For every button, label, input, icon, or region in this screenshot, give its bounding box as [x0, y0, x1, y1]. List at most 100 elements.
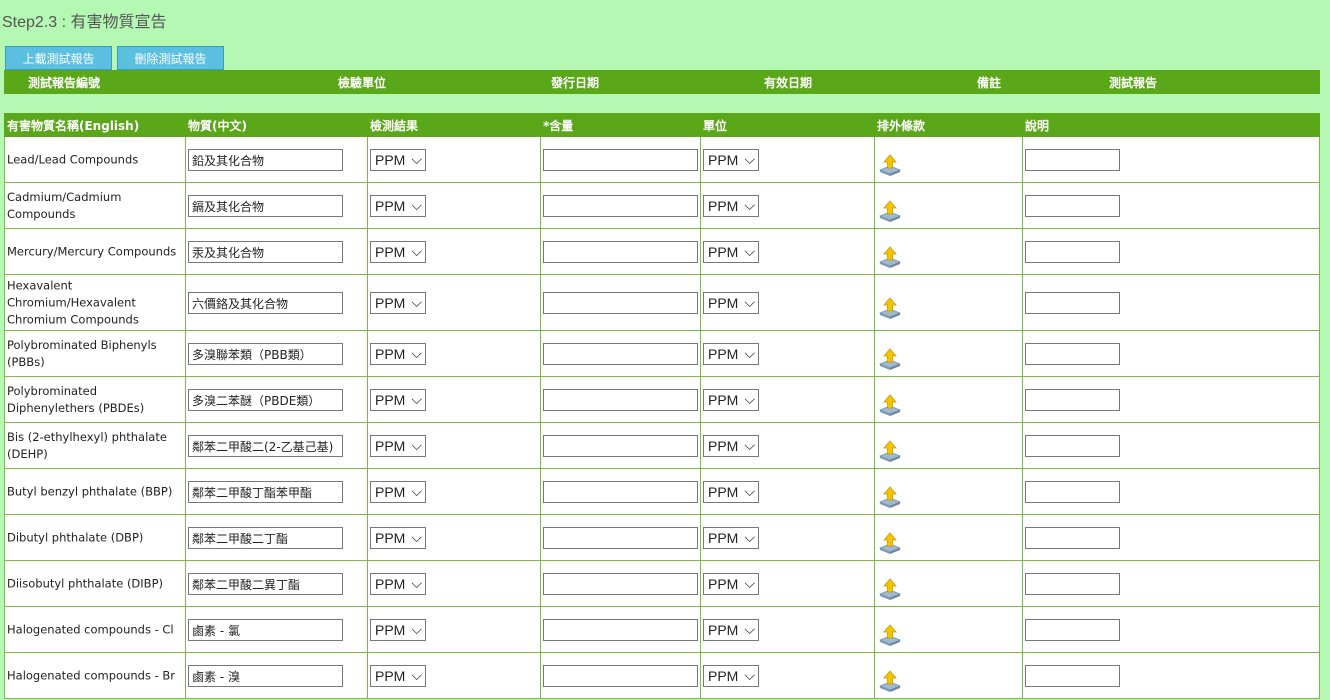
- header-content: *含量: [543, 119, 574, 133]
- substance-name-cn-input[interactable]: 多溴二苯醚（PBDE類）: [188, 388, 343, 411]
- test-result-select[interactable]: PPM ⌵: [370, 342, 426, 365]
- test-result-select[interactable]: PPM ⌵: [370, 388, 426, 411]
- upload-arrow-icon[interactable]: [878, 393, 902, 418]
- unit-select[interactable]: PPM ⌵: [703, 434, 759, 457]
- upload-arrow-icon[interactable]: [878, 577, 902, 602]
- test-result-select[interactable]: PPM ⌵: [370, 291, 426, 314]
- description-input[interactable]: [1025, 148, 1120, 171]
- header-substance-cn: 物質(中文): [188, 119, 247, 133]
- substance-name-cn-input[interactable]: 多溴聯苯類（PBB類）: [188, 342, 343, 365]
- upload-arrow-icon[interactable]: [878, 153, 902, 178]
- upload-arrow-icon[interactable]: [878, 439, 902, 464]
- table-row: Mercury/Mercury Compounds 汞及其化合物 PPM ⌵ PP…: [4, 229, 1320, 275]
- content-amount-input[interactable]: [543, 480, 698, 503]
- upload-arrow-icon[interactable]: [878, 623, 902, 648]
- header-issue-date: 發行日期: [551, 76, 600, 90]
- content-amount-input[interactable]: [543, 434, 698, 457]
- unit-select[interactable]: PPM ⌵: [703, 194, 759, 217]
- description-input[interactable]: [1025, 342, 1120, 365]
- unit-select[interactable]: PPM ⌵: [703, 664, 759, 687]
- content-amount-input[interactable]: [543, 148, 698, 171]
- test-result-select[interactable]: PPM ⌵: [370, 148, 426, 171]
- upload-arrow-icon[interactable]: [878, 199, 902, 224]
- substance-name-cn-input[interactable]: 汞及其化合物: [188, 240, 343, 263]
- description-input[interactable]: [1025, 572, 1120, 595]
- description-input[interactable]: [1025, 240, 1120, 263]
- table-row: Lead/Lead Compounds 鉛及其化合物 PPM ⌵ PPM ⌵: [4, 137, 1320, 183]
- unit-select[interactable]: PPM ⌵: [703, 291, 759, 314]
- substance-name-cn-input[interactable]: 鹵素 - 溴: [188, 664, 343, 687]
- substance-table-header: 有害物質名稱(English) 物質(中文) 檢測結果 *含量 單位 排外條款 …: [4, 113, 1320, 137]
- substance-name-en: Dibutyl phthalate (DBP): [7, 530, 144, 544]
- substance-name-cn-input[interactable]: 鄰苯二甲酸二(2-乙基己基): [188, 434, 343, 457]
- upload-arrow-icon[interactable]: [878, 296, 902, 321]
- unit-select[interactable]: PPM ⌵: [703, 526, 759, 549]
- upload-arrow-icon[interactable]: [878, 347, 902, 372]
- description-input[interactable]: [1025, 291, 1120, 314]
- description-input[interactable]: [1025, 388, 1120, 411]
- test-result-select[interactable]: PPM ⌵: [370, 664, 426, 687]
- substance-name-en: Halogenated compounds - Cl: [7, 622, 174, 636]
- unit-select[interactable]: PPM ⌵: [703, 388, 759, 411]
- test-result-select[interactable]: PPM ⌵: [370, 618, 426, 641]
- upload-arrow-icon[interactable]: [878, 245, 902, 270]
- substance-name-en: Hexavalent Chromium/Hexavalent Chromium …: [7, 278, 139, 326]
- delete-report-button[interactable]: 刪除測試報告: [117, 46, 224, 70]
- content-amount-input[interactable]: [543, 194, 698, 217]
- test-result-select[interactable]: PPM ⌵: [370, 240, 426, 263]
- report-table-header: 測試報告編號 檢驗單位 發行日期 有效日期 備註 測試報告: [4, 70, 1320, 94]
- substance-name-cn-input[interactable]: 鉛及其化合物: [188, 148, 343, 171]
- test-result-select[interactable]: PPM ⌵: [370, 480, 426, 503]
- upload-arrow-icon[interactable]: [878, 669, 902, 694]
- content-amount-input[interactable]: [543, 291, 698, 314]
- unit-select[interactable]: PPM ⌵: [703, 342, 759, 365]
- header-remarks: 備註: [977, 76, 1002, 90]
- header-test-report: 測試報告: [1109, 76, 1158, 90]
- unit-select[interactable]: PPM ⌵: [703, 240, 759, 263]
- content-amount-input[interactable]: [543, 388, 698, 411]
- upload-arrow-icon[interactable]: [878, 531, 902, 556]
- table-row: Halogenated compounds - Cl 鹵素 - 氯 PPM ⌵ P…: [4, 607, 1320, 653]
- description-input[interactable]: [1025, 480, 1120, 503]
- substance-table: 有害物質名稱(English) 物質(中文) 檢測結果 *含量 單位 排外條款 …: [4, 113, 1320, 699]
- header-valid-date: 有效日期: [764, 76, 813, 90]
- upload-arrow-icon[interactable]: [878, 485, 902, 510]
- substance-name-cn-input[interactable]: 鄰苯二甲酸二丁酯: [188, 526, 343, 549]
- unit-select[interactable]: PPM ⌵: [703, 148, 759, 171]
- test-result-select[interactable]: PPM ⌵: [370, 526, 426, 549]
- substance-name-cn-input[interactable]: 鹵素 - 氯: [188, 618, 343, 641]
- page-title: Step2.3 : 有害物質宣告: [2, 14, 167, 31]
- upload-report-button[interactable]: 上載測試報告: [5, 46, 112, 70]
- test-result-select[interactable]: PPM ⌵: [370, 194, 426, 217]
- description-input[interactable]: [1025, 664, 1120, 687]
- description-input[interactable]: [1025, 618, 1120, 641]
- description-input[interactable]: [1025, 434, 1120, 457]
- test-result-select[interactable]: PPM ⌵: [370, 434, 426, 457]
- test-result-select[interactable]: PPM ⌵: [370, 572, 426, 595]
- table-row: Bis (2-ethylhexyl) phthalate (DEHP) 鄰苯二甲…: [4, 423, 1320, 469]
- table-row: Hexavalent Chromium/Hexavalent Chromium …: [4, 275, 1320, 331]
- description-input[interactable]: [1025, 194, 1120, 217]
- content-amount-input[interactable]: [543, 664, 698, 687]
- table-row: Halogenated compounds - Br 鹵素 - 溴 PPM ⌵ P…: [4, 653, 1320, 699]
- content-amount-input[interactable]: [543, 342, 698, 365]
- unit-select[interactable]: PPM ⌵: [703, 618, 759, 641]
- table-row: Diisobutyl phthalate (DIBP) 鄰苯二甲酸二異丁酯 PP…: [4, 561, 1320, 607]
- substance-name-cn-input[interactable]: 六價鉻及其化合物: [188, 291, 343, 314]
- unit-select[interactable]: PPM ⌵: [703, 480, 759, 503]
- substance-name-cn-input[interactable]: 鄰苯二甲酸丁酯苯甲酯: [188, 480, 343, 503]
- header-substance-en: 有害物質名稱(English): [7, 119, 140, 133]
- substance-name-cn-input[interactable]: 鄰苯二甲酸二異丁酯: [188, 572, 343, 595]
- substance-name-en: Cadmium/Cadmium Compounds: [7, 189, 122, 221]
- substance-name-en: Polybrominated Biphenyls (PBBs): [7, 337, 157, 369]
- content-amount-input[interactable]: [543, 618, 698, 641]
- header-exclusion: 排外條款: [877, 119, 926, 133]
- content-amount-input[interactable]: [543, 526, 698, 549]
- header-unit: 單位: [703, 119, 728, 133]
- table-row: Dibutyl phthalate (DBP) 鄰苯二甲酸二丁酯 PPM ⌵ PP…: [4, 515, 1320, 561]
- substance-name-cn-input[interactable]: 鎘及其化合物: [188, 194, 343, 217]
- description-input[interactable]: [1025, 526, 1120, 549]
- content-amount-input[interactable]: [543, 240, 698, 263]
- content-amount-input[interactable]: [543, 572, 698, 595]
- unit-select[interactable]: PPM ⌵: [703, 572, 759, 595]
